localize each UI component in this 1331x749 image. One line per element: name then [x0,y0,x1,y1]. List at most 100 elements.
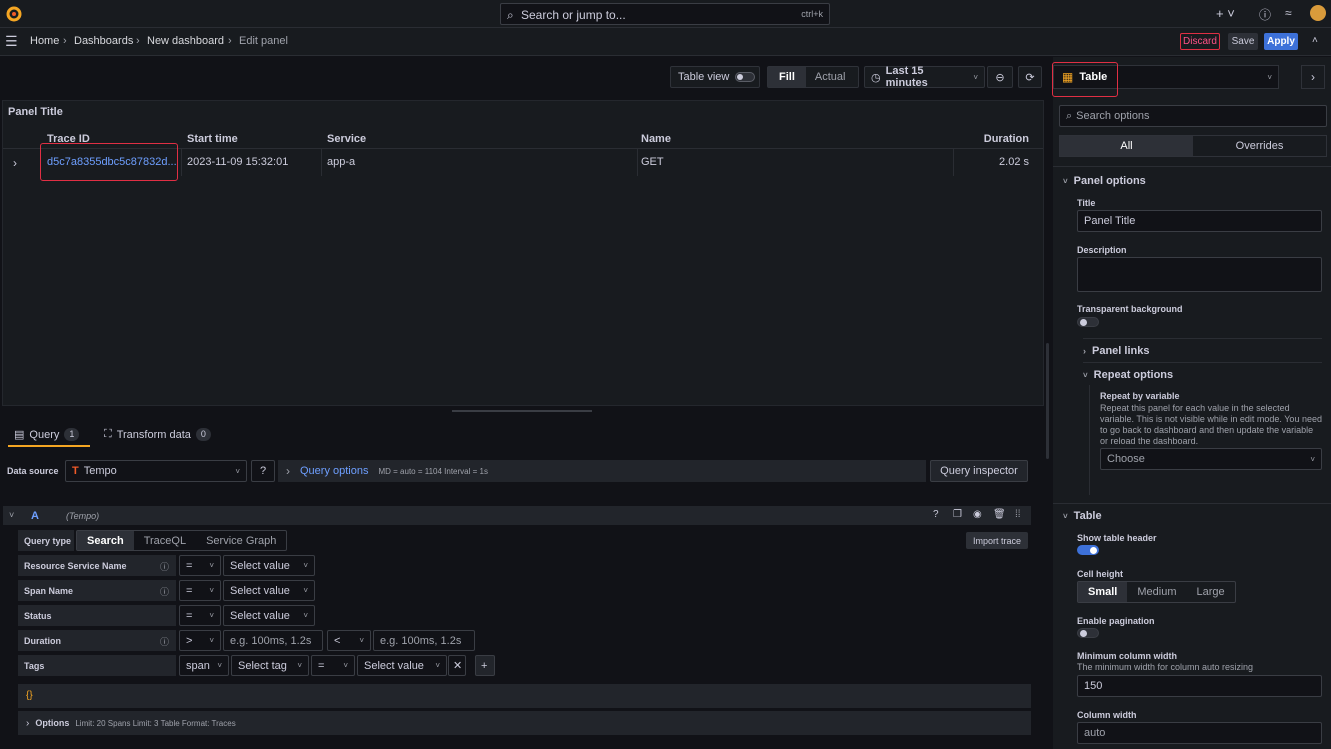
discard-button[interactable]: Discard [1180,33,1220,50]
duration-max-input[interactable]: e.g. 100ms, 1.2s [373,630,475,651]
query-type-traceql[interactable]: TraceQL [134,531,196,550]
operator-select[interactable]: < ˅ [327,630,371,651]
search-options-input[interactable]: ⌕ Search options [1059,105,1327,127]
database-icon: ▤ [14,429,25,441]
hide-query-icon[interactable]: ◉ [973,509,982,520]
panel-title-input[interactable]: Panel Title [1077,210,1322,232]
avatar[interactable] [1310,5,1326,21]
operator-select[interactable]: = ˅ [311,655,355,676]
options-collapse[interactable]: › Options Limit: 20 Spans Limit: 3 Table… [18,711,1031,735]
breadcrumb-separator: › [136,35,140,47]
menu-icon[interactable]: ☰ [5,33,18,50]
value-select[interactable]: Select value ˅ [357,655,447,676]
collapse-query-icon[interactable]: ˅ [9,510,14,520]
zoom-out-icon[interactable]: ⊖ [987,66,1013,88]
tag-select[interactable]: Select tag ˅ [231,655,309,676]
grafana-logo-icon[interactable] [5,5,23,23]
operator-select[interactable]: = ˅ [179,555,221,576]
value-select[interactable]: Select value ˅ [223,605,315,626]
column-header-start-time[interactable]: Start time [187,133,238,145]
value-placeholder: Select value [364,659,424,672]
query-ref-id[interactable]: A [31,510,39,522]
add-tag-icon[interactable]: + [475,655,495,676]
breadcrumb-new-dashboard[interactable]: New dashboard [147,35,224,47]
chevron-down-icon: ˅ [359,636,364,645]
duplicate-query-icon[interactable]: ❐ [953,509,962,520]
remove-tag-icon[interactable]: ✕ [448,655,466,676]
query-options-label[interactable]: Query options [300,465,368,477]
editor-scrollbar[interactable] [1046,343,1049,459]
query-type-group: Search TraceQL Service Graph [76,530,288,551]
apply-button[interactable]: Apply [1264,33,1298,50]
datasource-help-icon[interactable]: ? [251,460,275,482]
cell-height-large[interactable]: Large [1186,582,1234,602]
column-header-service[interactable]: Service [327,133,366,145]
refresh-icon[interactable]: ⟳ [1018,66,1042,88]
repeat-options-header[interactable]: ˅ Repeat options [1083,369,1173,381]
value-select[interactable]: Select value ˅ [223,580,315,601]
news-icon[interactable]: ≈ [1285,6,1292,20]
scope-value: span [186,659,210,672]
min-width-input[interactable]: 150 [1077,675,1322,697]
breadcrumb-dashboards[interactable]: Dashboards [74,35,133,47]
operator-select[interactable]: = ˅ [179,605,221,626]
duration-min-input[interactable]: e.g. 100ms, 1.2s [223,630,323,651]
help-icon[interactable]: ⓘ [1259,6,1271,23]
query-type-service-graph[interactable]: Service Graph [196,531,286,550]
time-range-label: Last 15 minutes [885,65,928,89]
breadcrumb-home[interactable]: Home [30,35,59,47]
pagination-toggle[interactable] [1077,628,1099,638]
import-trace-button[interactable]: Import trace [966,532,1028,549]
clock-icon: ◷ [871,71,881,84]
datasource-label: Data source [7,466,59,476]
datasource-picker[interactable]: T Tempo ˅ [65,460,247,482]
add-icon[interactable]: + ˅ [1216,6,1235,21]
query-row-header: ˅ A (Tempo) ? ❐ ◉ 🗑 ⁞⁞ [3,506,1031,525]
collapse-icon[interactable]: ˄ [1312,35,1318,46]
tab-transform[interactable]: ⛶ Transform data 0 [104,428,211,441]
search-input[interactable]: ⌕ Search or jump to... ctrl+k [500,3,830,25]
panel-links-header[interactable]: › Panel links [1083,345,1149,357]
tab-all[interactable]: All [1060,136,1193,156]
query-options-bar[interactable]: › Query options MD = auto = 1104 Interva… [278,460,926,482]
tab-query[interactable]: ▤ Query 1 [14,428,80,441]
chevron-down-icon: ˅ [1083,370,1088,380]
operator-select[interactable]: = ˅ [179,580,221,601]
operator-value: = [186,559,193,572]
panel-resize-handle[interactable] [452,410,592,412]
transparent-toggle[interactable] [1077,317,1099,327]
fill-button[interactable]: Fill [768,67,806,87]
table-view-switch[interactable] [735,72,756,82]
cell-height-small[interactable]: Small [1078,582,1128,602]
search-icon: ⌕ [1066,109,1073,122]
operator-select[interactable]: > ˅ [179,630,221,651]
table-view-toggle[interactable]: Table view [670,66,760,88]
query-help-icon[interactable]: ? [933,509,939,520]
actual-button[interactable]: Actual [806,71,855,83]
drag-handle-icon[interactable]: ⁞⁞ [1015,509,1021,520]
divider [1083,362,1322,363]
chevron-right-icon[interactable]: › [1301,65,1325,89]
column-header-name[interactable]: Name [641,133,671,145]
panel-options-header[interactable]: ˅ Panel options [1063,175,1146,187]
delete-query-icon[interactable]: 🗑 [993,509,1006,520]
description-textarea[interactable] [1077,257,1322,292]
filter-label-tags: Tags [18,655,176,676]
filter-label-status: Status [18,605,176,626]
table-view-label: Table view [678,71,730,83]
column-width-input[interactable]: auto [1077,722,1322,744]
tab-overrides[interactable]: Overrides [1193,136,1326,156]
time-range-picker[interactable]: ◷ Last 15 minutes ˅ [864,65,985,89]
table-section-header[interactable]: ˅ Table [1063,510,1102,522]
query-inspector-button[interactable]: Query inspector [930,460,1028,482]
show-header-toggle[interactable] [1077,545,1099,555]
tag-scope-select[interactable]: span ˅ [179,655,229,676]
value-select[interactable]: Select value ˅ [223,555,315,576]
query-type-search[interactable]: Search [77,531,134,550]
column-header-duration[interactable]: Duration [984,133,1029,145]
repeat-variable-select[interactable]: Choose ˅ [1100,448,1322,470]
save-button[interactable]: Save [1228,33,1258,50]
cell-height-medium[interactable]: Medium [1127,582,1186,602]
chevron-down-icon: ˅ [1310,454,1315,464]
expand-row-icon[interactable]: › [13,156,17,170]
